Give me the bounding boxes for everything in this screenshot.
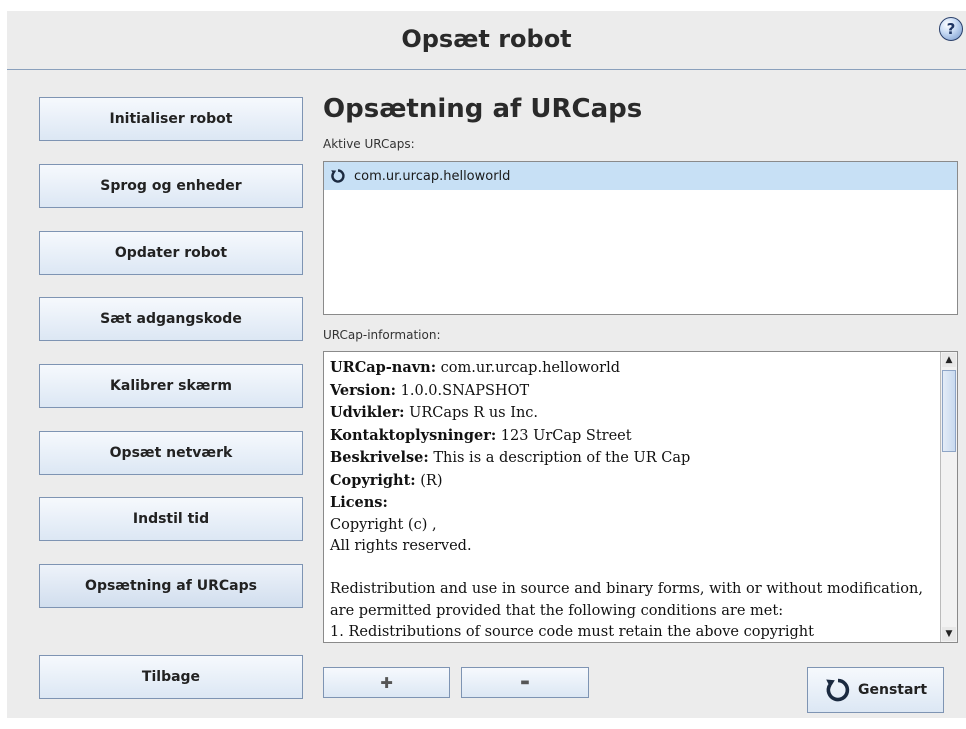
license-line: All rights reserved. [330,538,472,554]
remove-urcap-button[interactable]: ▬ [461,667,589,698]
nav-button-initialize-robot[interactable]: Initialiser robot [39,97,303,141]
minus-icon: ▬ [520,677,530,688]
license-line: Copyright (c) , [330,516,437,533]
urcap-info-text: URCap-navn: com.ur.urcap.helloworld Vers… [330,357,938,642]
nav-button-setup-network[interactable]: Opsæt netværk [39,431,303,475]
info-value: com.ur.urcap.helloworld [436,360,620,376]
nav-button-set-password[interactable]: Sæt adgangskode [39,297,303,341]
scroll-up-icon[interactable]: ▲ [942,353,956,367]
restart-label: Genstart [857,682,928,698]
nav-button-set-time[interactable]: Indstil tid [39,497,303,541]
nav-button-urcaps-setup[interactable]: Opsætning af URCaps [39,564,303,608]
urcap-info-label: URCap-information: [323,328,441,342]
setup-window: Opsæt robot ? Initialiser robot Sprog og… [7,11,966,718]
help-icon[interactable]: ? [939,17,963,41]
scroll-down-icon[interactable]: ▼ [942,627,956,641]
urcap-info-panel[interactable]: URCap-navn: com.ur.urcap.helloworld Vers… [323,351,958,643]
active-urcaps-list[interactable]: com.ur.urcap.helloworld [323,161,958,315]
header-bar: Opsæt robot ? [7,11,966,70]
info-key: Udvikler: [330,404,405,421]
plus-icon: ✚ [380,673,393,692]
nav-button-language-units[interactable]: Sprog og enheder [39,164,303,208]
info-key: Kontaktoplysninger: [330,426,497,444]
info-key: Licens: [330,494,388,511]
info-key: Copyright: [330,471,416,489]
urcap-name: com.ur.urcap.helloworld [354,168,511,184]
info-value: 123 UrCap Street [496,427,632,444]
back-button[interactable]: Tilbage [39,655,303,699]
info-key: Beskrivelse: [330,449,429,466]
info-value: This is a description of the UR Cap [428,450,691,466]
page-title: Opsæt robot [401,25,572,53]
info-value: URCaps R us Inc. [404,405,539,421]
list-item[interactable]: com.ur.urcap.helloworld [324,162,957,190]
add-urcap-button[interactable]: ✚ [323,667,450,698]
section-title: Opsætning af URCaps [323,94,643,124]
restart-icon [826,678,850,702]
license-line: 1. Redistributions of source code must r… [330,624,814,640]
info-value: (R) [415,472,443,489]
scrollbar[interactable]: ▲ ▼ [940,352,957,642]
license-paragraph: Redistribution and use in source and bin… [330,581,923,619]
restart-button[interactable]: Genstart [807,667,944,713]
active-urcaps-label: Aktive URCaps: [323,137,415,151]
nav-button-update-robot[interactable]: Opdater robot [39,231,303,275]
scrollbar-thumb[interactable] [942,370,956,452]
nav-button-calibrate-screen[interactable]: Kalibrer skærm [39,364,303,408]
info-key: Version: [330,381,397,399]
info-value: 1.0.0.SNAPSHOT [396,382,530,399]
info-key: URCap-navn: [330,359,437,376]
refresh-icon [331,169,345,183]
